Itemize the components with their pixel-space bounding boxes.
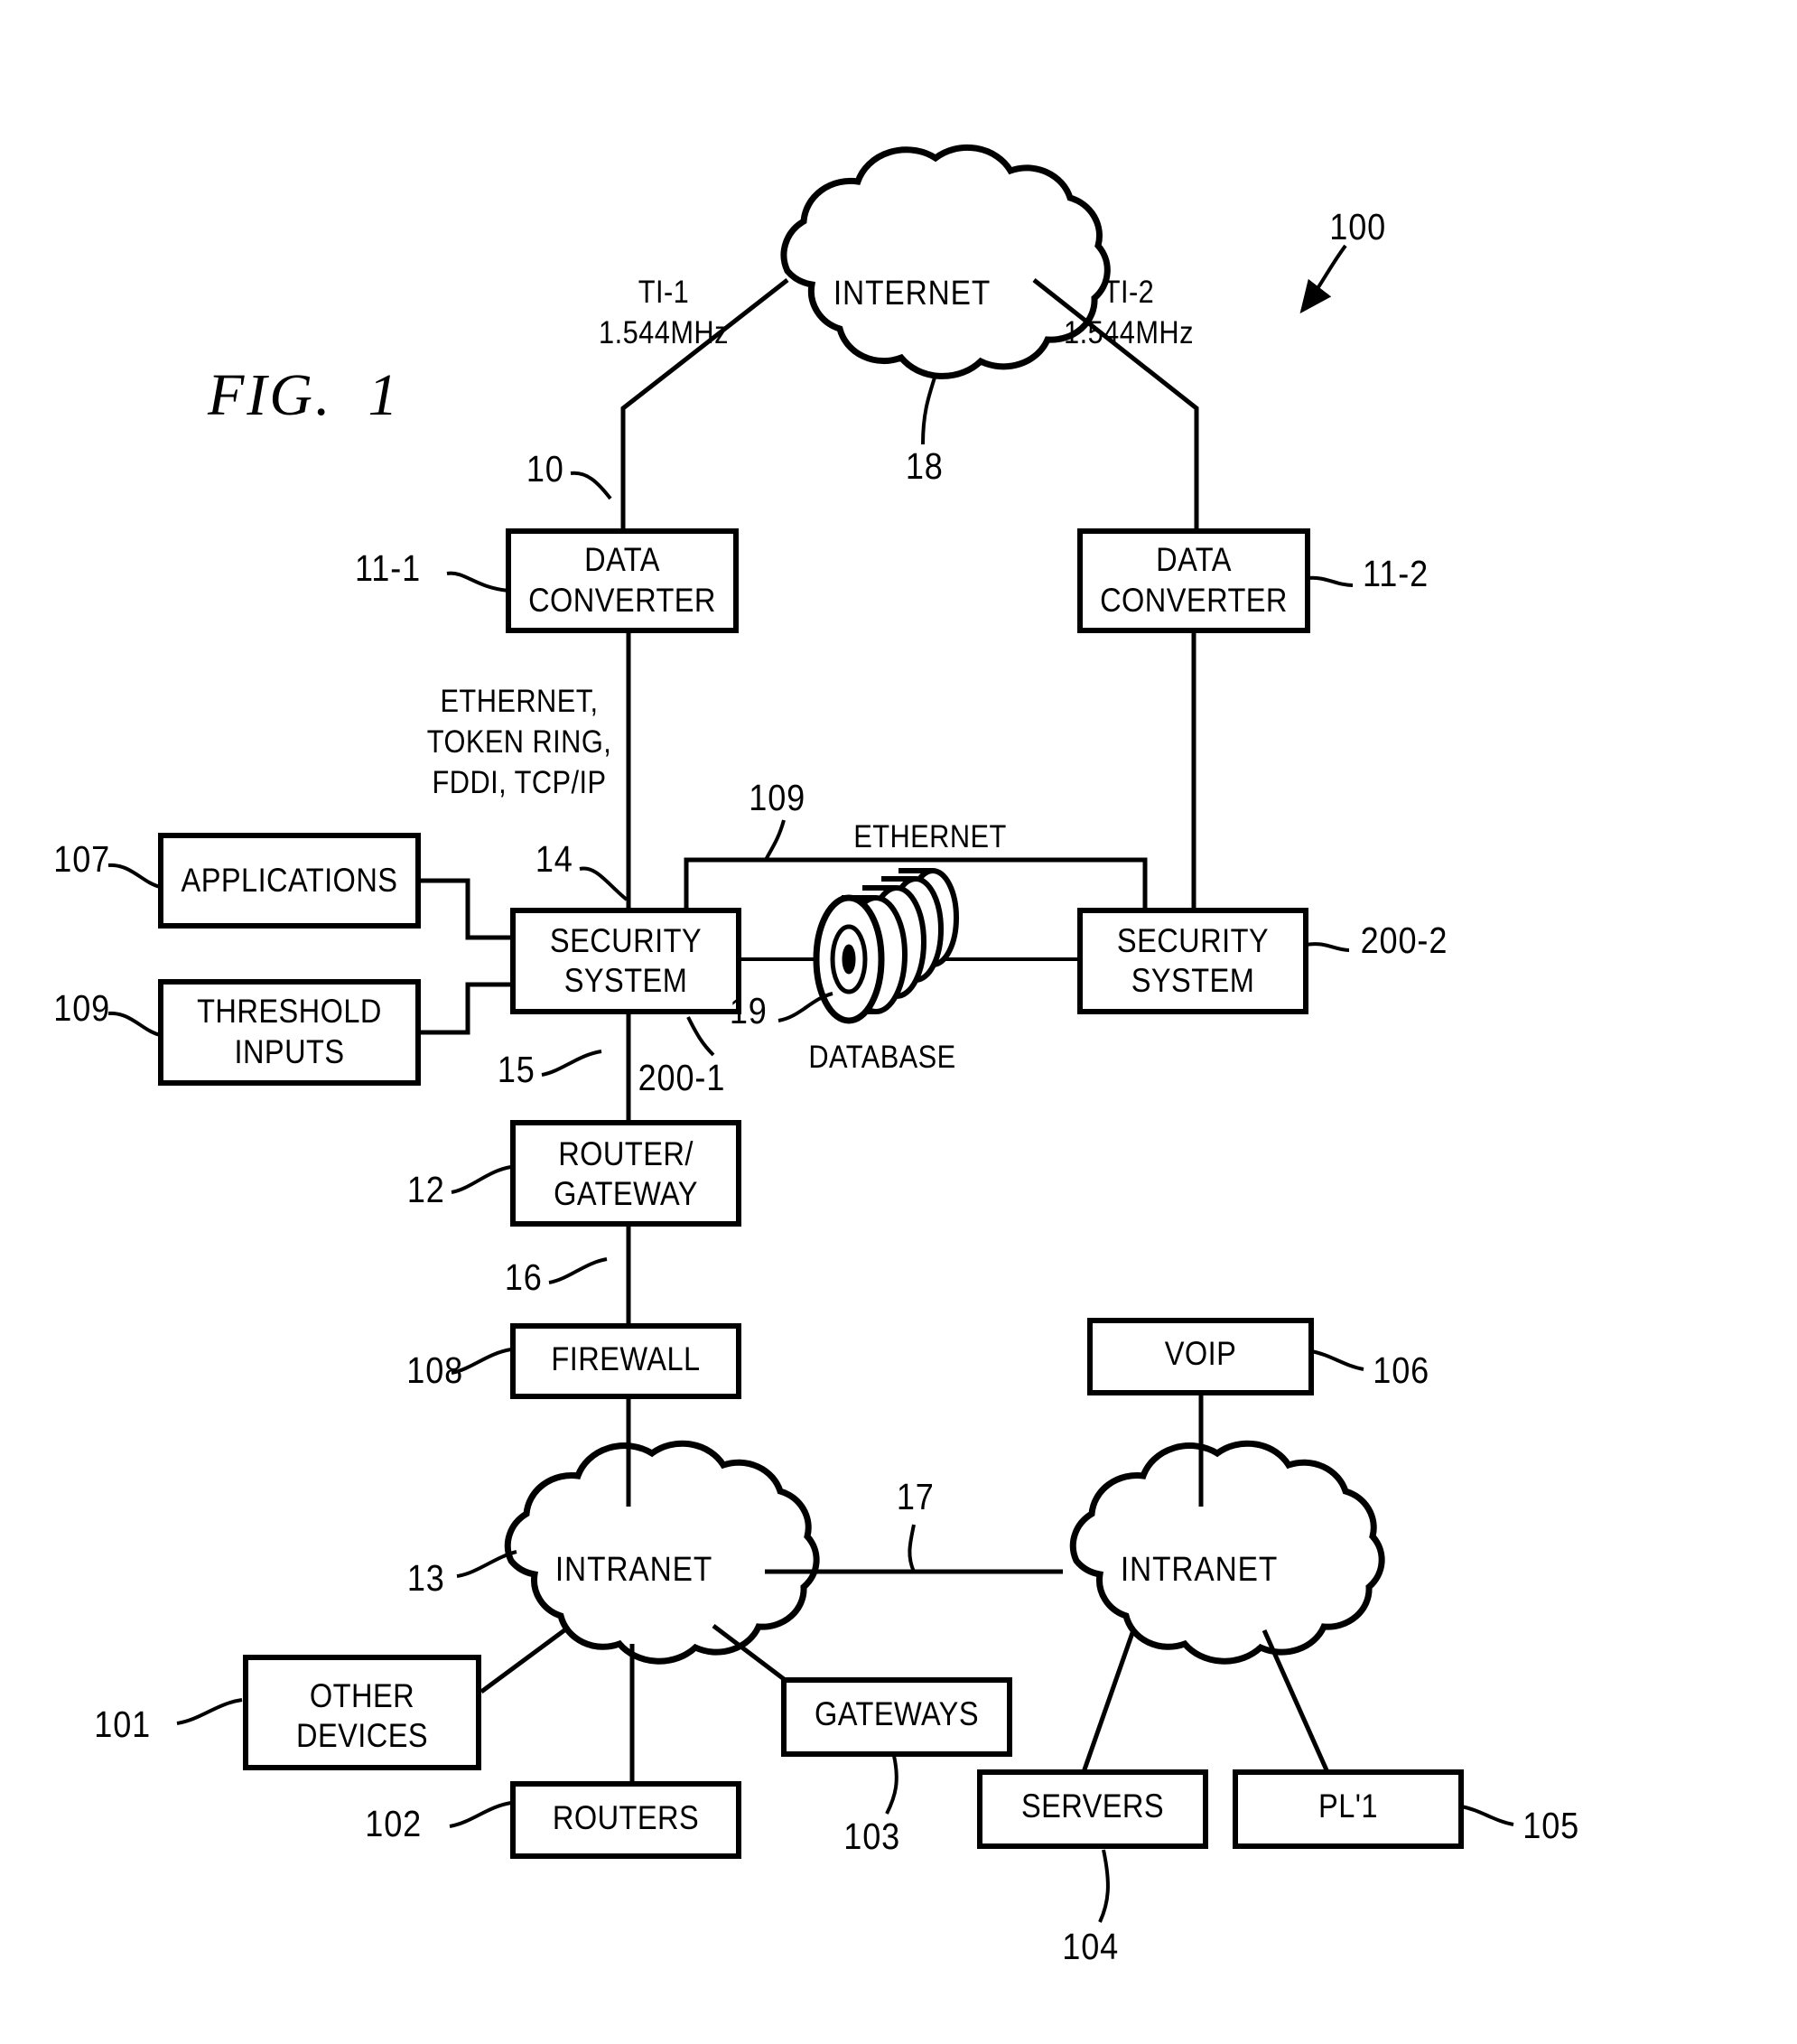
leader-200-2	[1305, 942, 1350, 952]
figure-title: FIG. 1	[208, 362, 401, 428]
applications-to-security-wire	[418, 878, 513, 940]
leader-17	[908, 1524, 916, 1573]
leader-18	[921, 377, 936, 445]
ethernet-bus-label: ETHERNET	[853, 819, 1007, 854]
routers-label: ROUTERS	[552, 1799, 700, 1836]
ref-routers-102: 102	[365, 1803, 423, 1844]
t1-right-rate: 1.544MHz	[1064, 315, 1194, 350]
pl1-label: PL'1	[1318, 1787, 1378, 1825]
leader-11-2	[1307, 575, 1354, 587]
security-system-left-line2: SYSTEM	[563, 962, 688, 999]
ref-intranet-interconnect-17: 17	[896, 1476, 935, 1517]
leader-16	[548, 1257, 608, 1284]
protocol-stack-note: ETHERNET, TOKEN RING, FDDI, TCP/IP	[426, 684, 612, 800]
patent-figure-page: FIG. 1 100 INTERNET 18 TI-1 1.544MHz TI-…	[0, 0, 1797, 2044]
leader-14	[579, 866, 628, 901]
ref-router-out-16: 16	[504, 1256, 543, 1298]
leader-19	[777, 992, 833, 1022]
ref-pl1-105: 105	[1522, 1805, 1580, 1846]
database-icon	[813, 868, 959, 1024]
leader-103	[885, 1755, 898, 1815]
ref-security-system-right-200-2: 200-2	[1360, 919, 1448, 961]
threshold-to-security-wire	[418, 982, 513, 1035]
security-system-right-line1: SECURITY	[1116, 922, 1270, 959]
leader-106	[1310, 1349, 1364, 1371]
leader-12	[451, 1165, 512, 1194]
ref-security-in-14: 14	[535, 838, 573, 880]
threshold-inputs-line2: INPUTS	[234, 1033, 345, 1070]
leader-11-1	[446, 571, 509, 593]
intranet-left-label: INTRANET	[554, 1551, 713, 1589]
other-devices-line2: DEVICES	[295, 1717, 429, 1754]
intranet-right-label: INTRANET	[1120, 1551, 1279, 1589]
ref-security-system-left-200-1: 200-1	[638, 1057, 726, 1098]
data-converter-right-line1: DATA	[1156, 541, 1232, 578]
ref-internet-18: 18	[905, 445, 944, 487]
leader-107	[107, 863, 162, 889]
ref-security-out-15: 15	[497, 1049, 535, 1090]
security-system-right-line2: SYSTEM	[1131, 962, 1255, 999]
ref-ethernet-bus-109: 109	[749, 777, 806, 818]
intranet-to-other-devices-line	[480, 1628, 566, 1694]
other-devices-line1: OTHER	[309, 1677, 415, 1714]
gateways-label: GATEWAYS	[814, 1695, 980, 1732]
voip-label: VOIP	[1164, 1335, 1237, 1372]
ref-system-100: 100	[1329, 206, 1387, 247]
data-converter-left-line2: CONVERTER	[528, 582, 716, 619]
leader-system-100	[1299, 244, 1347, 314]
ref-gateways-103: 103	[843, 1815, 901, 1857]
ref-applications-107: 107	[53, 838, 111, 880]
ref-router-gateway-12: 12	[406, 1169, 445, 1210]
t1-right-name: TI-2	[1103, 275, 1155, 310]
leader-104	[1098, 1849, 1110, 1923]
router-gateway-line1: ROUTER/	[558, 1135, 694, 1172]
ref-intranet-left-13: 13	[406, 1557, 445, 1599]
firewall-label: FIREWALL	[551, 1340, 701, 1377]
ref-other-devices-101: 101	[94, 1703, 152, 1745]
servers-label: SERVERS	[1020, 1787, 1165, 1825]
router-gateway-line2: GATEWAY	[554, 1175, 698, 1212]
ref-database-19: 19	[729, 990, 768, 1031]
data-converter-left-line1: DATA	[584, 541, 660, 578]
ref-firewall-108: 108	[406, 1349, 464, 1391]
data-converter-right-line2: CONVERTER	[1100, 582, 1288, 619]
leader-109-threshold	[107, 1011, 162, 1037]
leader-10	[570, 471, 612, 500]
leader-200-1	[686, 1016, 715, 1057]
ref-voip-106: 106	[1373, 1349, 1430, 1391]
security-system-left-line1: SECURITY	[549, 922, 703, 959]
leader-105	[1460, 1805, 1514, 1826]
ref-threshold-inputs-109: 109	[53, 987, 111, 1029]
t1-left-name: TI-1	[638, 275, 690, 310]
internet-cloud-label: INTERNET	[833, 275, 992, 313]
applications-label: APPLICATIONS	[181, 862, 398, 899]
ref-trunk-10: 10	[526, 448, 564, 490]
intranet-to-servers-line	[1081, 1629, 1136, 1773]
ref-servers-104: 104	[1062, 1926, 1120, 1967]
leader-15	[541, 1050, 602, 1077]
threshold-inputs-line1: THRESHOLD	[197, 993, 382, 1030]
leader-13	[456, 1550, 517, 1578]
leader-109-bus	[764, 819, 786, 861]
ref-data-converter-right-11-2: 11-2	[1362, 553, 1429, 594]
database-label: DATABASE	[808, 1040, 956, 1075]
leader-102	[449, 1801, 512, 1828]
ref-data-converter-left-11-1: 11-1	[354, 547, 422, 589]
leader-101	[176, 1698, 243, 1725]
t1-left-rate: 1.544MHz	[599, 315, 729, 350]
